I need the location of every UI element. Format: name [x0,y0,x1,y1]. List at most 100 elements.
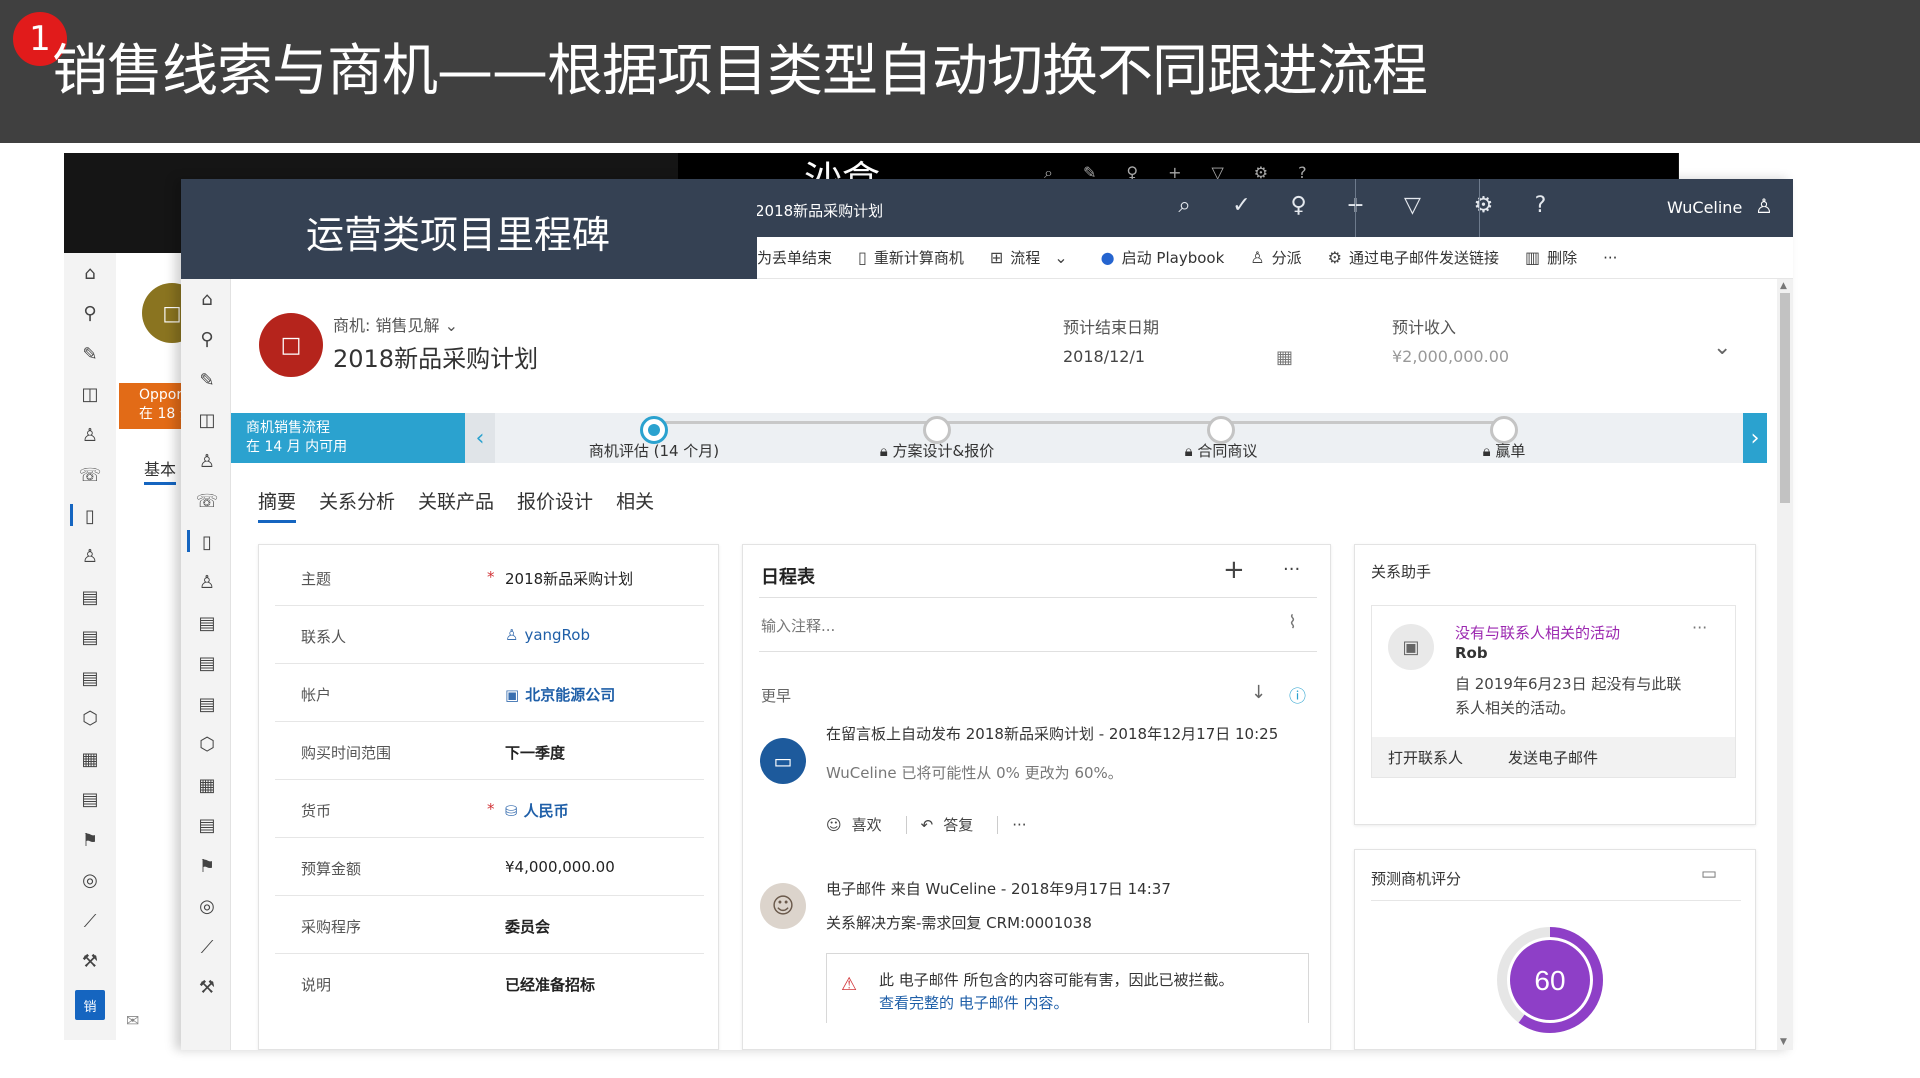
reply-icon[interactable]: ↶ [921,816,934,834]
field-row[interactable]: 帐户 ▣ 北京能源公司 [275,664,704,722]
tab-summary[interactable]: 摘要 [258,487,297,523]
smile-icon[interactable]: ☺ [826,816,842,834]
tools-icon[interactable]: ⚒ [64,942,116,983]
field-row[interactable]: 联系人 ♙ yangRob [275,606,704,664]
task-icon[interactable]: ✓ [1213,193,1270,218]
field-row[interactable]: 主题 * 2018新品采购计划 [275,548,704,606]
tools-icon[interactable]: ⚒ [181,968,233,1009]
user-icon[interactable]: ♙ [181,563,233,604]
bpf-stage-1[interactable]: 商机评估 (14 个月) [589,440,719,461]
quote-icon[interactable]: ▤ [64,577,116,618]
order-icon[interactable]: ▤ [64,618,116,659]
dashboard-icon[interactable]: ◫ [64,375,116,416]
user-name[interactable]: WuCeline [1667,198,1742,217]
settings-icon[interactable]: ⚙ [1455,193,1512,218]
open-contact-button[interactable]: 打开联系人 [1388,747,1463,768]
email-header[interactable]: 电子邮件 来自 WuCeline - 2018年9月17日 14:37 [826,878,1171,899]
currency-link[interactable]: ⛁ 人民币 [505,800,569,821]
record-entity-type[interactable]: 商机: 销售见解 ⌄ [333,312,458,336]
reply-button[interactable]: 答复 [943,814,973,835]
bpf-prev-icon[interactable]: ‹ [465,413,495,463]
pin-icon[interactable]: ⚲ [64,294,116,335]
more-icon[interactable]: ··· [1283,559,1300,580]
like-button[interactable]: 喜欢 [852,814,882,835]
budget-value[interactable]: ¥4,000,000.00 [505,858,615,876]
field-row[interactable]: 预算金额 ¥4,000,000.00 [275,838,704,896]
est-close-value[interactable]: 2018/12/1 [1063,347,1145,366]
view-full-email-link[interactable]: 查看完整的 电子邮件 内容。 [879,992,1069,1013]
home-icon[interactable]: ⌂ [181,279,233,320]
scroll-down-icon[interactable]: ▼ [1780,1037,1787,1047]
calendar-icon[interactable]: ▦ [181,765,233,806]
more-commands-icon[interactable]: ··· [1603,249,1617,267]
goal-icon[interactable]: ◎ [64,861,116,902]
invoice-icon[interactable]: ▤ [181,684,233,725]
more-icon[interactable]: ··· [1692,618,1707,637]
assign-button[interactable]: ♙ 分派 [1250,247,1301,268]
chart-icon[interactable]: ⟋ [64,901,116,942]
recalculate-button[interactable]: ▯ 重新计算商机 [858,247,964,268]
bpf-next-icon[interactable]: › [1743,413,1767,463]
field-row[interactable]: 货币 * ⛁ 人民币 [275,780,704,838]
user-icon[interactable]: ♙ [64,537,116,578]
process-button[interactable]: ⊞ 流程 ⌄ [990,247,1075,268]
launch-playbook-button[interactable]: ● 启动 Playbook [1101,247,1225,268]
scroll-up-icon[interactable]: ▲ [1780,281,1787,291]
filter-icon[interactable]: ▽ [1384,193,1441,218]
quote-icon[interactable]: ▤ [181,603,233,644]
assistant-card-title[interactable]: 没有与联系人相关的活动 [1455,622,1620,643]
est-revenue-value[interactable]: ¥2,000,000.00 [1392,347,1509,366]
plus-icon[interactable]: + [1223,555,1245,585]
purchase-timeframe-value[interactable]: 下一季度 [505,742,565,763]
lightbulb-icon[interactable]: ♀ [1270,193,1327,218]
delete-button[interactable]: ▥ 删除 [1525,247,1577,268]
tab-related-products[interactable]: 关联产品 [418,487,494,523]
order-icon[interactable]: ▤ [181,644,233,685]
search-icon[interactable]: ⌕ [1156,193,1213,218]
product-icon[interactable]: ⬡ [64,699,116,740]
background-tab-basic[interactable]: 基本 [144,456,177,485]
bpf-stage-2[interactable]: 🔒︎ 方案设计&报价 [880,440,994,461]
description-value[interactable]: 已经准备招标 [505,974,595,995]
close-as-lost-button[interactable]: 为丢单结束 [757,247,832,268]
opportunity-icon[interactable]: ▯ [64,496,116,537]
invoice-icon[interactable]: ▤ [64,658,116,699]
email-link-button[interactable]: ⚙ 通过电子邮件发送链接 [1328,247,1499,268]
contact-icon[interactable]: ♙ [181,441,233,482]
contact-icon[interactable]: ♙ [64,415,116,456]
arrow-down-icon[interactable]: ↓ [1251,682,1266,703]
expand-header-icon[interactable]: ⌄ [1713,335,1731,360]
chart-icon[interactable]: ⟋ [181,927,233,968]
leads-icon[interactable]: ☏ [64,456,116,497]
leads-icon[interactable]: ☏ [181,482,233,523]
field-row[interactable]: 采购程序 委员会 [275,896,704,954]
vertical-scrollbar[interactable]: ▲ ▼ [1777,279,1793,1050]
more-icon[interactable]: ··· [1012,816,1026,834]
purchase-process-value[interactable]: 委员会 [505,916,550,937]
email-subject[interactable]: 关系解决方案-需求回复 CRM:0001038 [826,912,1092,933]
info-icon[interactable]: ⓘ [1289,682,1306,707]
tab-related[interactable]: 相关 [616,487,654,523]
account-link[interactable]: ▣ 北京能源公司 [505,684,615,705]
home-icon[interactable]: ⌂ [64,253,116,294]
scroll-thumb[interactable] [1780,293,1790,503]
tab-relationship-analysis[interactable]: 关系分析 [319,487,395,523]
note-input[interactable]: 输入注释... [761,615,835,636]
goal-icon[interactable]: ◎ [181,887,233,928]
document-icon[interactable]: ▤ [181,806,233,847]
topic-value[interactable]: 2018新品采购计划 [505,568,633,589]
app-switcher-icon[interactable]: 销 [75,990,105,1020]
opportunity-icon[interactable]: ▯ [181,522,233,563]
notes-icon[interactable]: ✎ [181,360,233,401]
field-row[interactable]: 购买时间范围 下一季度 [275,722,704,780]
tab-quote-design[interactable]: 报价设计 [517,487,593,523]
bpf-stage-4[interactable]: 🔒︎ 赢单 [1483,440,1526,461]
field-row[interactable]: 说明 已经准备招标 [275,954,704,1012]
calendar-icon[interactable]: ▦ [64,739,116,780]
help-icon[interactable]: ? [1512,193,1569,218]
send-email-button[interactable]: 发送电子邮件 [1508,747,1598,768]
calendar-icon[interactable]: ▦ [1276,347,1293,368]
notes-icon[interactable]: ✎ [64,334,116,375]
document-icon[interactable]: ▤ [64,780,116,821]
user-avatar-icon[interactable]: ♙ [1755,194,1773,218]
